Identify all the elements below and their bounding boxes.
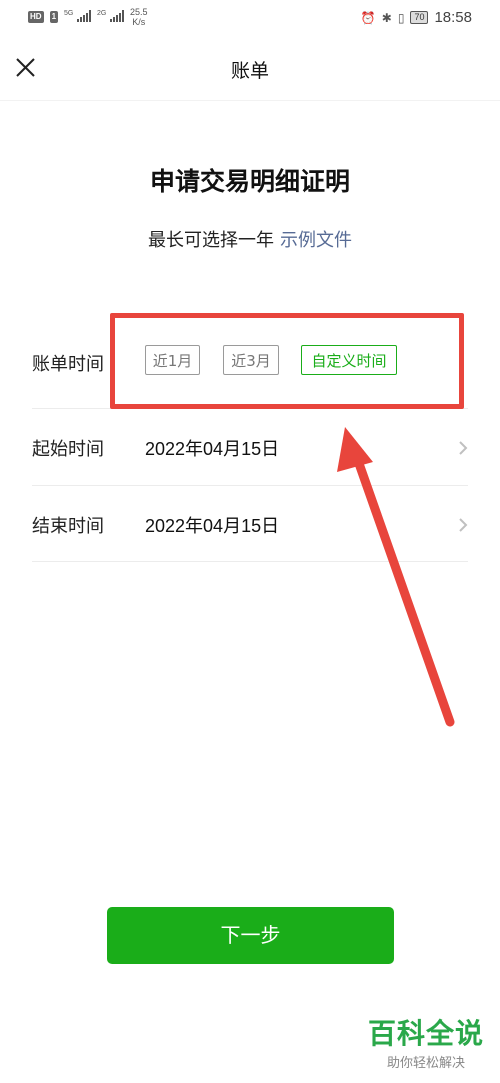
subtitle: 最长可选择一年 示例文件	[0, 226, 500, 252]
chevron-right-icon[interactable]	[458, 517, 468, 533]
vibrate-icon: ▯	[397, 10, 405, 25]
example-file-link[interactable]: 示例文件	[280, 230, 352, 251]
divider	[32, 485, 468, 486]
status-bar: HD 1 5G 2G 25.5 K/s ⏰ ✱ ▯ 70 18:58	[0, 0, 500, 36]
nav-title: 账单	[230, 60, 269, 82]
network-type-2: 2G	[96, 9, 107, 17]
watermark-title: 百科全说	[367, 1017, 484, 1050]
network-speed-unit: K/s	[132, 17, 146, 27]
hd-badge: HD	[28, 11, 44, 23]
subtitle-text: 最长可选择一年	[148, 230, 274, 251]
page-title: 申请交易明细证明	[149, 167, 350, 196]
bluetooth-icon: ✱	[381, 10, 392, 25]
signal-icon-2: 2G	[96, 9, 124, 25]
chevron-right-icon[interactable]	[458, 440, 468, 456]
alarm-icon: ⏰	[360, 10, 376, 25]
battery-icon: 70	[410, 11, 429, 24]
status-left: HD 1 5G 2G 25.5 K/s	[28, 7, 147, 27]
network-speed: 25.5 K/s	[130, 7, 148, 27]
annotation-highlight-box	[110, 313, 464, 409]
sim-badge: 1	[49, 11, 59, 23]
screen: HD 1 5G 2G 25.5 K/s ⏰ ✱ ▯ 70 18:58 账单 申请…	[0, 0, 500, 1083]
network-type-1: 5G	[64, 9, 74, 17]
signal-icon-1: 5G	[64, 9, 91, 25]
end-time-value[interactable]: 2022年04月15日	[145, 512, 279, 538]
network-speed-value: 25.5	[129, 7, 148, 17]
next-step-button[interactable]: 下一步	[107, 907, 394, 964]
start-time-value[interactable]: 2022年04月15日	[145, 435, 279, 461]
nav-bar: 账单	[0, 36, 500, 101]
bill-time-label: 账单时间	[32, 354, 104, 375]
status-right: ⏰ ✱ ▯ 70 18:58	[361, 9, 472, 26]
watermark-subtitle: 助你轻松解决	[386, 1056, 465, 1071]
clock: 18:58	[434, 9, 472, 26]
end-time-label: 结束时间	[32, 516, 104, 537]
watermark-logo: 百科全说 助你轻松解决	[367, 1017, 484, 1072]
divider	[32, 561, 468, 562]
start-time-label: 起始时间	[32, 439, 104, 460]
